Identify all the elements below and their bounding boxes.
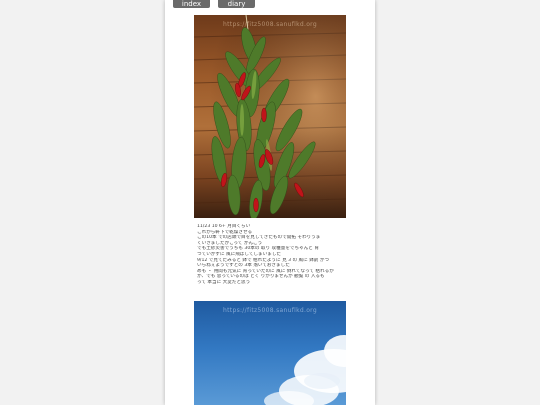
chili-pepper-illustration <box>194 15 346 218</box>
sky-photo: https://fitz5008.sanuflkd.org <box>194 301 346 405</box>
index-link[interactable]: index <box>173 0 210 8</box>
photo-watermark: https://fitz5008.sanuflkd.org <box>223 307 317 314</box>
diary-index-link[interactable]: diary index <box>218 0 255 16</box>
diary-line: って 本当に 大変だと思う <box>197 279 251 285</box>
photo-watermark: https://fitz5008.sanuflkd.org <box>223 21 317 28</box>
clouds-illustration <box>264 335 346 405</box>
diary-entry-text: 11/23 10 6+ 月目くらい これから軒下で乾燥させる この10本 での店頭で… <box>197 224 347 286</box>
chili-pepper-photo: https://fitz5008.sanuflkd.org <box>194 15 346 218</box>
